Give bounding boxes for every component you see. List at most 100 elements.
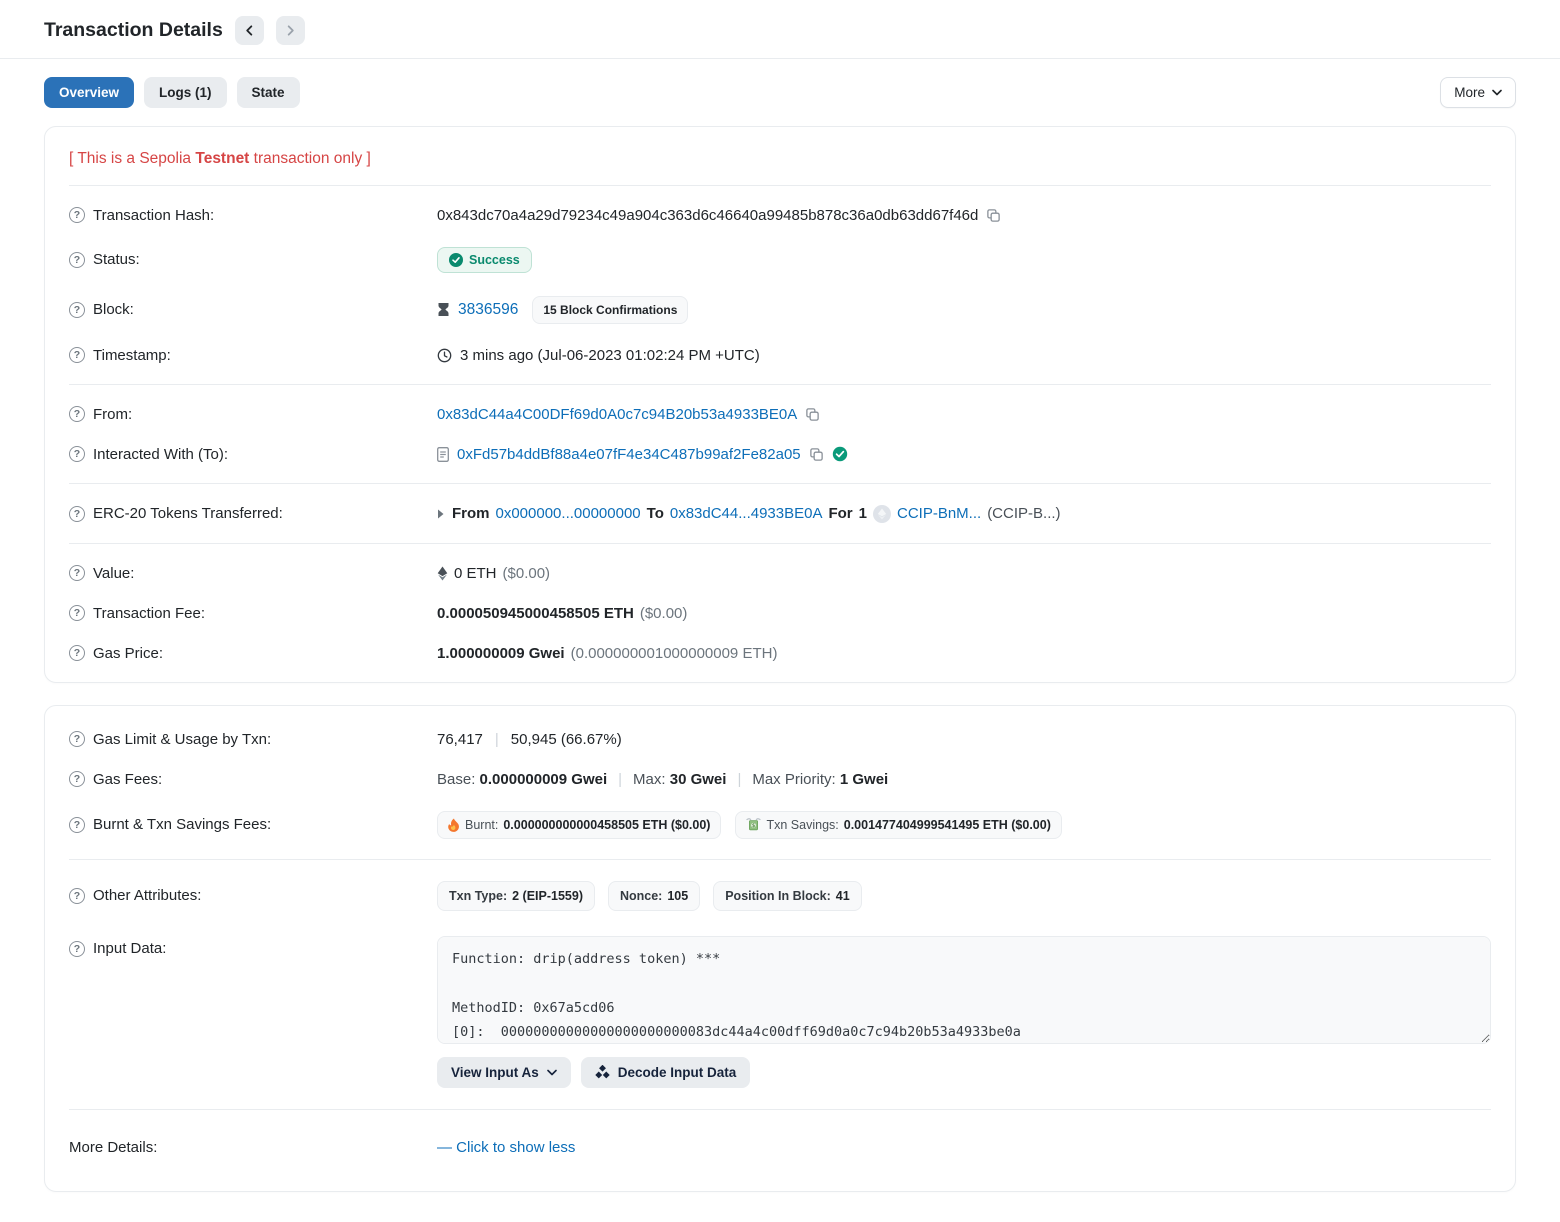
show-less-link[interactable]: — Click to show less (437, 1139, 575, 1156)
copy-hash-button[interactable] (986, 208, 1001, 223)
transaction-hash-row: ? Transaction Hash: 0x843dc70a4a29d79234… (69, 195, 1491, 235)
copy-to-address-button[interactable] (809, 447, 824, 462)
max-fee-key: Max: (633, 771, 666, 788)
burnt-value: 0.000000000000458505 ETH ($0.00) (503, 818, 710, 832)
page-header: Transaction Details (0, 0, 1560, 58)
value-usd: ($0.00) (503, 565, 551, 582)
next-transaction-button[interactable] (276, 16, 305, 45)
view-input-as-button[interactable]: View Input As (437, 1057, 571, 1088)
interacted-with-row: ? Interacted With (To): 0xFd57b4ddBf88a4… (69, 434, 1491, 474)
gas-limit-value: 76,417 (437, 731, 483, 748)
more-details-label: More Details: (69, 1139, 157, 1156)
view-input-as-label: View Input As (451, 1065, 539, 1080)
more-dropdown-button[interactable]: More (1440, 77, 1516, 108)
question-icon: ? (69, 446, 85, 462)
previous-transaction-button[interactable] (235, 16, 264, 45)
tab-overview[interactable]: Overview (44, 77, 134, 108)
other-attributes-label: Other Attributes: (93, 887, 201, 904)
max-fee-value: 30 Gwei (670, 771, 727, 788)
base-fee-value: 0.000000009 Gwei (480, 771, 608, 788)
erc20-from-key: From (452, 505, 490, 522)
transaction-fee-label: Transaction Fee: (93, 605, 205, 622)
burnt-fee-badge: Burnt: 0.000000000000458505 ETH ($0.00) (437, 811, 721, 839)
txn-type-badge: Txn Type: 2 (EIP-1559) (437, 881, 595, 911)
block-row: ? Block: 3836596 15 Block Confirmations (69, 284, 1491, 335)
max-priority-fee-key: Max Priority: (752, 771, 835, 788)
question-icon: ? (69, 506, 85, 522)
txn-savings-badge: $ Txn Savings: 0.001477404999541495 ETH … (735, 811, 1061, 839)
chevron-down-icon (1492, 89, 1502, 96)
block-number-link[interactable]: 3836596 (458, 301, 518, 319)
transaction-hash-label: Transaction Hash: (93, 207, 214, 224)
transaction-fee-usd: ($0.00) (640, 605, 688, 622)
overview-card: [ This is a Sepolia Testnet transaction … (44, 126, 1516, 683)
gas-price-label: Gas Price: (93, 645, 163, 662)
nonce-key: Nonce: (620, 889, 662, 903)
value-label: Value: (93, 565, 134, 582)
erc20-section: ? ERC-20 Tokens Transferred: From 0x0000… (69, 483, 1491, 543)
gas-section: ? Gas Limit & Usage by Txn: 76,417 | 50,… (69, 706, 1491, 859)
more-label: More (1454, 85, 1485, 100)
flame-icon (448, 818, 460, 832)
decode-cubes-icon (595, 1065, 610, 1080)
tab-state[interactable]: State (237, 77, 300, 108)
erc20-to-key: To (647, 505, 664, 522)
question-icon: ? (69, 565, 85, 581)
erc20-for-key: For (828, 505, 852, 522)
burnt-savings-label: Burnt & Txn Savings Fees: (93, 816, 271, 833)
transaction-details-page: Transaction Details Overview Logs (1) St… (0, 0, 1560, 1222)
timestamp-label: Timestamp: (93, 347, 171, 364)
tabs: Overview Logs (1) State (44, 77, 300, 108)
clock-icon (437, 348, 452, 363)
notice-close: transaction only ] (249, 150, 370, 167)
gas-limit-row: ? Gas Limit & Usage by Txn: 76,417 | 50,… (69, 719, 1491, 759)
position-key: Position In Block: (725, 889, 831, 903)
txn-type-value: 2 (EIP-1559) (512, 889, 583, 903)
value-row: ? Value: 0 ETH ($0.00) (69, 553, 1491, 593)
contract-file-icon (437, 447, 449, 462)
block-confirmations-badge: 15 Block Confirmations (532, 296, 688, 324)
status-value: Success (469, 253, 520, 267)
txn-savings-value: 0.001477404999541495 ETH ($0.00) (844, 818, 1051, 832)
token-icon (873, 505, 891, 523)
question-icon: ? (69, 817, 85, 833)
separator: | (607, 771, 633, 788)
txn-savings-key: Txn Savings: (766, 818, 838, 832)
position-value: 41 (836, 889, 850, 903)
decode-input-data-button[interactable]: Decode Input Data (581, 1057, 751, 1088)
question-icon: ? (69, 941, 85, 957)
copy-from-address-button[interactable] (805, 407, 820, 422)
more-details-row: More Details: — Click to show less (69, 1119, 1491, 1182)
erc20-to-address-link[interactable]: 0x83dC44...4933BE0A (670, 505, 823, 522)
verified-check-icon (832, 446, 848, 462)
value-eth: 0 ETH (454, 565, 497, 582)
to-address-link[interactable]: 0xFd57b4ddBf88a4e07fF4e34C487b99af2Fe82a… (457, 446, 801, 463)
question-icon: ? (69, 207, 85, 223)
gas-price-gwei: 1.000000009 Gwei (437, 645, 565, 662)
copy-icon (809, 447, 824, 462)
nonce-badge: Nonce: 105 (608, 881, 700, 911)
separator: | (483, 731, 511, 748)
erc20-from-address-link[interactable]: 0x000000...00000000 (496, 505, 641, 522)
money-wings-icon: $ (746, 818, 761, 831)
testnet-notice-section: [ This is a Sepolia Testnet transaction … (69, 127, 1491, 185)
question-icon: ? (69, 771, 85, 787)
max-priority-fee-value: 1 Gwei (840, 771, 888, 788)
notice-open: [ This is a Sepolia (69, 150, 195, 167)
input-data-textarea[interactable]: Function: drip(address token) *** Method… (437, 936, 1491, 1044)
chevron-down-icon (547, 1069, 557, 1076)
decode-input-data-label: Decode Input Data (618, 1065, 737, 1080)
erc20-token-link[interactable]: CCIP-BnM... (897, 505, 981, 522)
erc20-transfers-row: ? ERC-20 Tokens Transferred: From 0x0000… (69, 493, 1491, 534)
block-label: Block: (93, 301, 134, 318)
success-check-icon (449, 253, 463, 267)
tabs-row: Overview Logs (1) State More (0, 59, 1560, 126)
from-address-link[interactable]: 0x83dC44a4C00DFf69d0A0c7c94B20b53a4933BE… (437, 406, 797, 423)
question-icon: ? (69, 645, 85, 661)
copy-icon (805, 407, 820, 422)
question-icon: ? (69, 252, 85, 268)
question-icon: ? (69, 406, 85, 422)
value-fee-section: ? Value: 0 ETH ($0.00) ? Transaction Fee… (69, 543, 1491, 682)
erc20-transfers-label: ERC-20 Tokens Transferred: (93, 505, 283, 522)
tab-logs[interactable]: Logs (1) (144, 77, 227, 108)
